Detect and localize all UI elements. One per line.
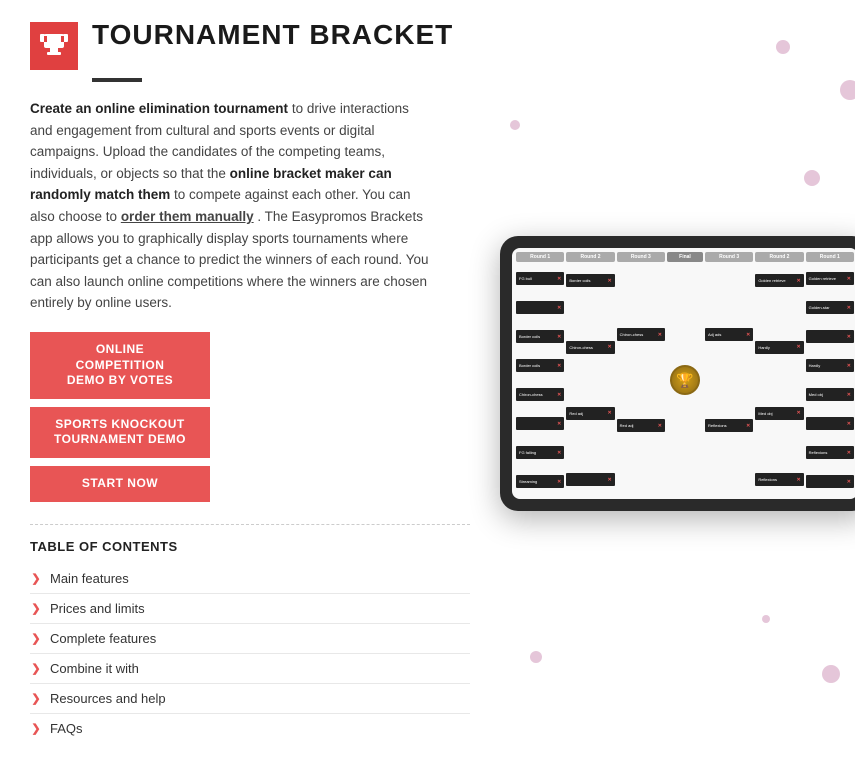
bracket-slot-1-7: FG falling✕ [516,446,564,459]
bracket-slot-1-1: FG bull✕ [516,272,564,285]
bracket-slot-6-4: Reflexions✕ [755,473,803,486]
deco-dot-5 [530,651,542,663]
toc-label-4: Combine it with [50,661,139,676]
bracket-slot-2-1: Border coils✕ [566,274,614,287]
toc-item-faqs[interactable]: ❯ FAQs [30,714,470,743]
bracket-slot-3-gap1 [617,279,665,299]
title-underline [92,78,142,82]
bracket-slot-3-gap2 [617,370,665,390]
bracket-slot-2-7: ✕ [566,473,614,486]
bracket-slot-7-5: Med obj✕ [806,388,854,401]
bracket-col-6: Golden retrieve✕ Hardly✕ Med obj✕ [755,265,803,495]
description-text: Create an online elimination tournament … [30,98,430,314]
bracket-slot-1-8: Streaming✕ [516,475,564,488]
bracket-col-7: Golden retrieve✕ Golden-star✕ ✕ Hardly✕ [806,265,854,495]
round-header-3: Round 3 [617,252,665,262]
toc-item-prices[interactable]: ❯ Prices and limits [30,594,470,624]
deco-dot-3 [510,120,520,130]
toc-label-6: FAQs [50,721,83,736]
round-headers: Round 1 Round 2 Round 3 Final Round 3 Ro… [516,252,854,262]
bracket-slot-1-2: ✕ [516,301,564,314]
bracket-slot-1-6: ✕ [516,417,564,430]
round-header-1: Round 1 [516,252,564,262]
header-section: TOURNAMENT BRACKET [30,20,470,70]
bracket-area: Round 1 Round 2 Round 3 Final Round 3 Ro… [512,248,855,499]
bracket-col-5: Adj ads✕ Reflexions✕ [705,265,753,495]
bracket-col-2: Border coils✕ Chiron-chess✕ Red adj✕ [566,265,614,495]
bracket-slot-2-6 [566,440,614,453]
bracket-slot-5-1: Adj ads✕ [705,328,753,341]
deco-dot-7 [804,170,820,186]
bracket-final: 🏆 [667,265,703,495]
bracket-slot-2-3: Chiron-chess✕ [566,341,614,354]
bracket-slot-3-gap3 [617,462,665,482]
button-group: ONLINE COMPETITIONDEMO BY VOTES SPORTS K… [30,332,470,502]
bracket-slot-6-2: Hardly✕ [755,341,803,354]
bracket-slot-1-5: Chiron-chess✕ [516,388,564,401]
tablet-screen: Round 1 Round 2 Round 3 Final Round 3 Ro… [512,248,855,499]
tablet-frame: Round 1 Round 2 Round 3 Final Round 3 Ro… [500,236,855,511]
tablet-mockup: Round 1 Round 2 Round 3 Final Round 3 Ro… [500,236,855,526]
bracket-slot-6-3: Med obj✕ [755,407,803,420]
trophy-medal-icon: 🏆 [670,365,700,395]
bracket-slot-7-6: ✕ [806,417,854,430]
round-header-6: Round 2 [755,252,803,262]
chevron-icon-5: ❯ [30,692,42,704]
round-header-7: Round 1 [806,252,854,262]
bracket-main: FG bull✕ ✕ Border coils✕ Border coils✕ [516,265,854,495]
chevron-icon-4: ❯ [30,662,42,674]
left-column: TOURNAMENT BRACKET Create an online elim… [30,20,470,743]
toc-label-3: Complete features [50,631,156,646]
sports-knockout-button[interactable]: SPORTS KNOCKOUTTOURNAMENT DEMO [30,407,210,458]
chevron-icon-3: ❯ [30,632,42,644]
toc-item-complete[interactable]: ❯ Complete features [30,624,470,654]
deco-dot-1 [776,40,790,54]
deco-dot-6 [762,615,770,623]
toc-label-1: Main features [50,571,129,586]
desc-underline: order them manually [121,209,254,224]
bracket-col-1: FG bull✕ ✕ Border coils✕ Border coils✕ [516,265,564,495]
bracket-slot-2-5: Red adj✕ [566,407,614,420]
bracket-slot-7-4: Hardly✕ [806,359,854,372]
bracket-slot-3-1: Chiron-chess✕ [617,328,665,341]
toc-item-combine[interactable]: ❯ Combine it with [30,654,470,684]
bracket-slot-7-3: ✕ [806,330,854,343]
toc-label-5: Resources and help [50,691,166,706]
chevron-icon-6: ❯ [30,722,42,734]
bracket-slot-7-2: Golden-star✕ [806,301,854,314]
bracket-slot-3-2: Red adj✕ [617,419,665,432]
toc-label-2: Prices and limits [50,601,145,616]
round-header-final: Final [667,252,703,262]
deco-dot-4 [822,665,840,683]
chevron-icon-2: ❯ [30,602,42,614]
round-header-5: Round 3 [705,252,753,262]
bracket-slot-1-4: Border coils✕ [516,359,564,372]
desc-text-3: . The Easypromos Brackets app allows you… [30,209,429,310]
bracket-col-3: Chiron-chess✕ Red adj✕ [617,265,665,495]
bracket-slot-5-2: Reflexions✕ [705,419,753,432]
round-header-2: Round 2 [566,252,614,262]
bracket-slot-7-7: Reflexions✕ [806,446,854,459]
online-competition-button[interactable]: ONLINE COMPETITIONDEMO BY VOTES [30,332,210,399]
toc-section: TABLE OF CONTENTS ❯ Main features ❯ Pric… [30,524,470,743]
deco-dot-2 [840,80,855,100]
bracket-slot-2-2 [566,307,614,320]
page-title: TOURNAMENT BRACKET [92,20,453,51]
trophy-icon [30,22,78,70]
start-now-button[interactable]: START NOW [30,466,210,502]
bracket-slot-7-1: Golden retrieve✕ [806,272,854,285]
bracket-slot-6-1: Golden retrieve✕ [755,274,803,287]
chevron-icon-1: ❯ [30,572,42,584]
toc-title: TABLE OF CONTENTS [30,539,470,554]
bracket-slot-1-3: Border coils✕ [516,330,564,343]
bracket-slot-7-8: ✕ [806,475,854,488]
desc-strong-1: Create an online elimination tournament [30,101,288,116]
bracket-slot-2-4 [566,374,614,387]
right-column: Round 1 Round 2 Round 3 Final Round 3 Ro… [500,20,855,743]
toc-item-resources[interactable]: ❯ Resources and help [30,684,470,714]
page-wrapper: TOURNAMENT BRACKET Create an online elim… [0,0,855,763]
